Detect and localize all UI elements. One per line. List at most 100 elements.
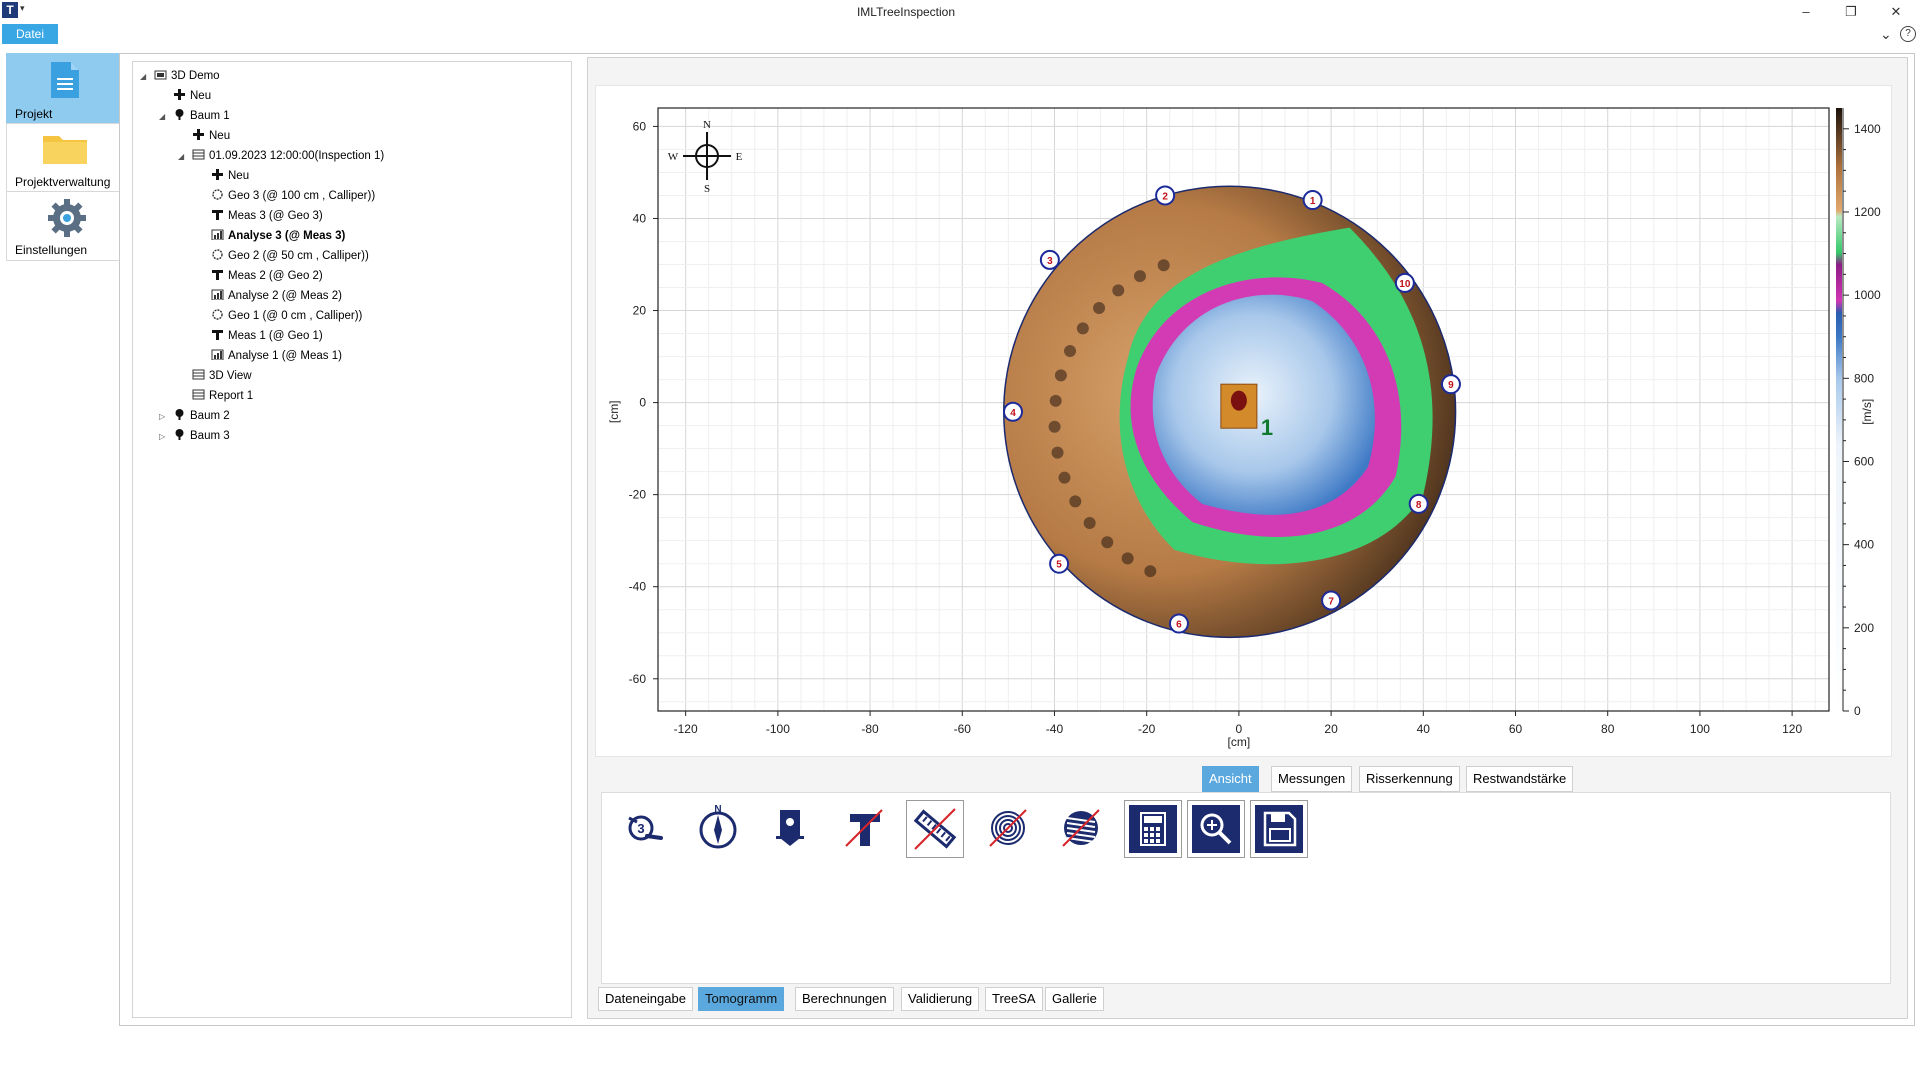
ribbon-collapse-icon[interactable]: ⌄	[1880, 26, 1892, 43]
tree-item-label: Analyse 2 (@ Meas 2)	[228, 290, 342, 302]
minimize-icon[interactable]: –	[1792, 2, 1820, 22]
tree-icon	[173, 408, 186, 420]
compass-north-icon: N	[699, 804, 737, 849]
close-icon[interactable]: ✕	[1882, 2, 1910, 22]
sensor-marker[interactable]: 9	[1440, 374, 1461, 395]
tree-item-label: Neu	[190, 90, 212, 102]
plus-icon	[211, 168, 224, 180]
sensor-marker[interactable]: 2	[1155, 185, 1176, 206]
sensor-marker[interactable]: 8	[1408, 493, 1429, 514]
module-tab[interactable]: Tomogramm	[698, 987, 785, 1011]
zoom-button[interactable]	[1187, 800, 1245, 858]
calculator-button[interactable]	[1124, 800, 1182, 858]
module-tab[interactable]: Berechnungen	[795, 987, 894, 1011]
tree-item[interactable]: Meas 2 (@ Geo 2)	[197, 267, 323, 285]
tree-item[interactable]: Neu	[159, 87, 211, 105]
module-tab[interactable]: TreeSA	[985, 987, 1043, 1011]
help-icon[interactable]: ?	[1900, 26, 1916, 42]
colorbar-tick-label: 800	[1854, 371, 1874, 385]
wood-disabled-icon	[1062, 809, 1100, 847]
sensor-label: 4	[1010, 408, 1016, 419]
sensor-marker[interactable]: 10	[1394, 272, 1415, 293]
tree-item[interactable]: Meas 3 (@ Geo 3)	[197, 207, 323, 225]
expand-arrow-icon[interactable]: ▷	[159, 408, 173, 426]
colorbar-scale	[1836, 108, 1842, 711]
y-tick-label: -60	[629, 672, 647, 686]
tomogram-chart[interactable]: 1 -120 -100 -80 -60 -40 -20 0 20 40 60 80 100 120[cm…	[596, 86, 1891, 756]
y-tick-label: -20	[629, 488, 647, 502]
tree-item[interactable]: Geo 1 (@ 0 cm , Calliper))	[197, 307, 362, 325]
x-tick-label: -100	[766, 722, 790, 736]
module-tab[interactable]: Dateneingabe	[598, 987, 693, 1011]
tree-icon	[173, 428, 186, 440]
ruler-disabled-button[interactable]	[906, 800, 964, 858]
x-tick-label: -80	[861, 722, 879, 736]
tree-item[interactable]: Meas 1 (@ Geo 1)	[197, 327, 323, 345]
nav-projekt[interactable]: Projekt	[6, 53, 121, 125]
tree-item-label: Baum 2	[190, 410, 230, 422]
expand-arrow-icon[interactable]: ▷	[159, 428, 173, 446]
y-tick-label: 0	[639, 396, 646, 410]
x-tick-label: -60	[954, 722, 972, 736]
tree-item[interactable]: ▷ Baum 2	[159, 407, 230, 425]
nav-label: Projekt	[15, 107, 53, 121]
module-tab[interactable]: Gallerie	[1045, 987, 1104, 1011]
tree-item[interactable]: Geo 2 (@ 50 cm , Calliper))	[197, 247, 369, 265]
y-axis-label: [cm]	[607, 400, 621, 423]
collapse-arrow-icon[interactable]: ◢	[178, 148, 192, 166]
x-tick-label: -120	[674, 722, 698, 736]
tree-item[interactable]: ◢ 3D Demo	[140, 67, 220, 85]
compass-north-button[interactable]: N	[690, 800, 746, 856]
sensor-marker[interactable]: 4	[1002, 401, 1023, 422]
sensor-label: 8	[1416, 500, 1422, 511]
sensor-marker[interactable]: 1	[1302, 190, 1323, 211]
menu-datei[interactable]: Datei	[2, 24, 58, 44]
sensor-marker[interactable]: 3	[1039, 249, 1060, 270]
tree-item-label: Analyse 1 (@ Meas 1)	[228, 350, 342, 362]
crack-disabled-button[interactable]	[836, 800, 892, 856]
ribbon-tab[interactable]: Risserkennung	[1359, 766, 1460, 792]
sensor-marker[interactable]: 6	[1168, 613, 1189, 634]
ribbon-tab[interactable]: Restwandstärke	[1466, 766, 1574, 792]
rings-disabled-button[interactable]	[980, 800, 1036, 856]
tree-marker-button[interactable]	[762, 800, 818, 856]
wood-disabled-button[interactable]	[1053, 800, 1109, 856]
nav-label: Projektverwaltung	[15, 175, 111, 189]
tree-marker-label: 1	[1261, 415, 1273, 440]
colorbar-tick-label: 600	[1854, 454, 1874, 468]
tree-item[interactable]: Analyse 1 (@ Meas 1)	[197, 347, 342, 365]
ribbon-tab[interactable]: Messungen	[1271, 766, 1353, 792]
tree-item[interactable]: Report 1	[178, 387, 253, 405]
tree-item[interactable]: ◢ 01.09.2023 12:00:00(Inspection 1)	[178, 147, 384, 165]
tree-item[interactable]: Neu	[197, 167, 249, 185]
tree-item-label: Analyse 3 (@ Meas 3)	[228, 230, 346, 242]
ribbon-tab[interactable]: Ansicht	[1202, 766, 1259, 792]
collapse-arrow-icon[interactable]: ◢	[140, 68, 154, 86]
tree-item[interactable]: Neu	[178, 127, 230, 145]
sensor-number-button[interactable]: 3	[617, 800, 673, 856]
tree-item-label: 3D Demo	[171, 70, 220, 82]
save-button[interactable]	[1250, 800, 1308, 858]
rings-disabled-icon	[989, 809, 1027, 847]
sensor-label: 10	[1399, 279, 1411, 290]
tree-item[interactable]: ▷ Baum 3	[159, 427, 230, 445]
nav-label: Einstellungen	[15, 243, 88, 257]
sensor-marker[interactable]: 7	[1321, 590, 1342, 611]
nav-einstellungen[interactable]: Einstellungen	[6, 191, 121, 261]
sensor-label: 7	[1328, 597, 1334, 608]
tree-item[interactable]: 3D View	[178, 367, 252, 385]
nav-projektverwaltung[interactable]: Projektverwaltung	[6, 123, 121, 193]
tree-item[interactable]: Analyse 2 (@ Meas 2)	[197, 287, 342, 305]
x-tick-label: 40	[1417, 722, 1431, 736]
tree-item[interactable]: Analyse 3 (@ Meas 3)	[197, 227, 345, 245]
restore-icon[interactable]: ❐	[1837, 2, 1865, 22]
x-tick-label: 80	[1601, 722, 1615, 736]
tomogram-chart-area[interactable]: 1 -120 -100 -80 -60 -40 -20 0 20 40 60 80 100 120 [cm…	[595, 85, 1892, 757]
sensor-marker[interactable]: 5	[1049, 553, 1070, 574]
module-tab[interactable]: Validierung	[901, 987, 980, 1011]
tree-item[interactable]: Geo 3 (@ 100 cm , Calliper))	[197, 187, 375, 205]
y-tick-label: -40	[629, 580, 647, 594]
collapse-arrow-icon[interactable]: ◢	[159, 108, 173, 126]
x-tick-label: 120	[1782, 722, 1802, 736]
tree-item[interactable]: ◢ Baum 1	[159, 107, 230, 125]
